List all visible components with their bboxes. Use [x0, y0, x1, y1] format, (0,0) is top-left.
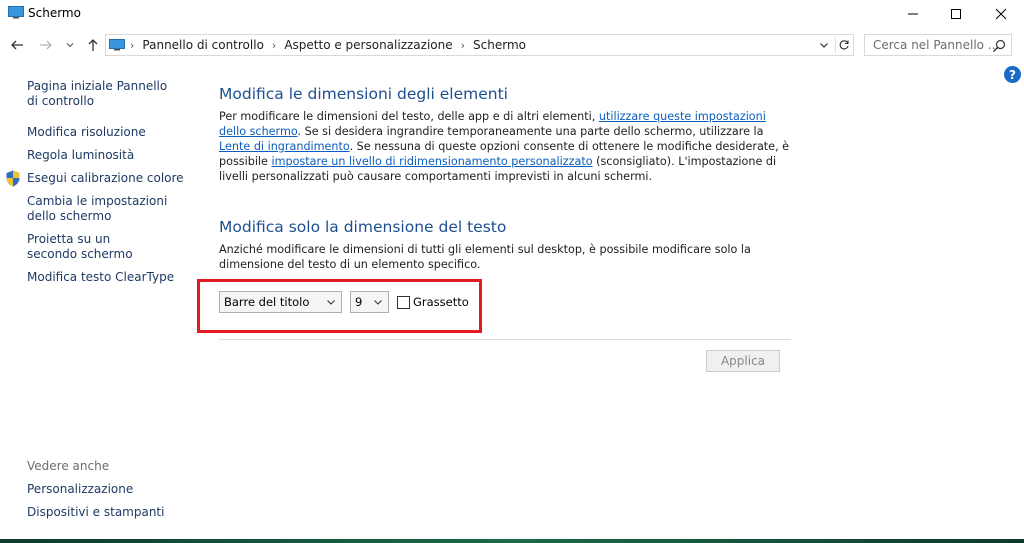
maximize-icon	[951, 9, 961, 19]
close-icon	[995, 8, 1007, 20]
see-also-heading: Vedere anche	[27, 459, 110, 473]
minimize-icon	[908, 13, 918, 15]
close-button[interactable]	[978, 0, 1024, 28]
breadcrumb-item-appearance[interactable]: Aspetto e personalizzazione	[284, 38, 452, 52]
address-bar[interactable]: › Pannello di controllo › Aspetto e pers…	[105, 34, 854, 56]
bold-checkbox[interactable]	[397, 296, 410, 309]
custom-scaling-link[interactable]: impostare un livello di ridimensionament…	[271, 155, 592, 168]
sidebar-item-home[interactable]: Pagina iniziale Pannello di controllo	[27, 79, 177, 109]
sidebar-item-label: Pagina iniziale Pannello di controllo	[27, 79, 168, 108]
sidebar-item-cleartype[interactable]: Modifica testo ClearType	[27, 270, 174, 285]
chevron-down-icon	[820, 43, 828, 48]
breadcrumb-separator-icon[interactable]: ›	[461, 39, 465, 52]
address-dropdown-button[interactable]	[816, 37, 832, 53]
section-description: Anziché modificare le dimensioni di tutt…	[219, 243, 751, 271]
back-button[interactable]	[7, 35, 27, 55]
magnifier-link[interactable]: Lente di ingrandimento	[219, 140, 350, 153]
search-placeholder: Cerca nel Pannello ...	[873, 38, 1000, 52]
search-icon	[993, 39, 1006, 52]
monitor-icon	[109, 39, 125, 51]
sidebar-item-label: Proietta su un secondo schermo	[27, 232, 133, 261]
sidebar-item-display-settings[interactable]: Cambia le impostazioni dello schermo	[27, 194, 187, 224]
help-icon[interactable]: ?	[1004, 66, 1021, 83]
maximize-button[interactable]	[933, 0, 979, 28]
monitor-icon	[8, 6, 24, 19]
element-select[interactable]: Barre del titolo	[219, 291, 342, 313]
chevron-down-icon	[327, 300, 335, 305]
shield-icon	[6, 170, 20, 187]
window-title: Schermo	[28, 6, 81, 20]
page-title: Modifica le dimensioni degli elementi	[219, 85, 508, 103]
breadcrumb: › Pannello di controllo › Aspetto e pers…	[130, 38, 526, 52]
chevron-down-icon	[374, 300, 382, 305]
breadcrumb-separator-icon: ›	[130, 38, 135, 52]
forward-button[interactable]	[36, 35, 56, 55]
apply-button[interactable]: Applica	[706, 350, 780, 372]
sidebar-item-brightness[interactable]: Regola luminosità	[27, 148, 134, 163]
paragraph-text: . Se si desidera ingrandire temporaneame…	[297, 125, 764, 138]
paragraph-text: Per modificare le dimensioni del testo, …	[219, 110, 599, 123]
bold-checkbox-label[interactable]: Grassetto	[413, 295, 469, 309]
refresh-button[interactable]	[835, 37, 851, 53]
sidebar-item-personalization[interactable]: Personalizzazione	[27, 482, 133, 497]
forward-arrow-icon	[40, 40, 52, 50]
search-input[interactable]: Cerca nel Pannello ...	[864, 34, 1012, 56]
description-paragraph: Per modificare le dimensioni del testo, …	[219, 109, 794, 184]
up-arrow-icon	[88, 39, 98, 51]
breadcrumb-item-display[interactable]: Schermo	[473, 38, 526, 52]
minimize-button[interactable]	[890, 0, 936, 28]
recent-locations-button[interactable]	[60, 35, 80, 55]
sidebar-item-color-calibration[interactable]: Esegui calibrazione colore	[27, 171, 184, 186]
sidebar-item-devices-printers[interactable]: Dispositivi e stampanti	[27, 505, 164, 520]
sidebar-item-label: Cambia le impostazioni dello schermo	[27, 194, 168, 223]
breadcrumb-item-control-panel[interactable]: Pannello di controllo	[142, 38, 264, 52]
section-title: Modifica solo la dimensione del testo	[219, 218, 507, 236]
up-button[interactable]	[83, 35, 103, 55]
refresh-icon	[839, 40, 849, 50]
sidebar-item-resolution[interactable]: Modifica risoluzione	[27, 125, 146, 140]
size-select[interactable]: 9	[350, 291, 389, 313]
title-bar: Schermo	[0, 0, 1024, 28]
sidebar-item-project[interactable]: Proietta su un secondo schermo	[27, 232, 157, 262]
taskbar-edge	[0, 539, 1024, 543]
chevron-down-icon	[66, 43, 74, 48]
breadcrumb-separator-icon[interactable]: ›	[272, 39, 276, 52]
element-select-value: Barre del titolo	[224, 295, 310, 309]
back-arrow-icon	[11, 40, 23, 50]
divider	[219, 339, 791, 340]
size-select-value: 9	[355, 295, 363, 309]
